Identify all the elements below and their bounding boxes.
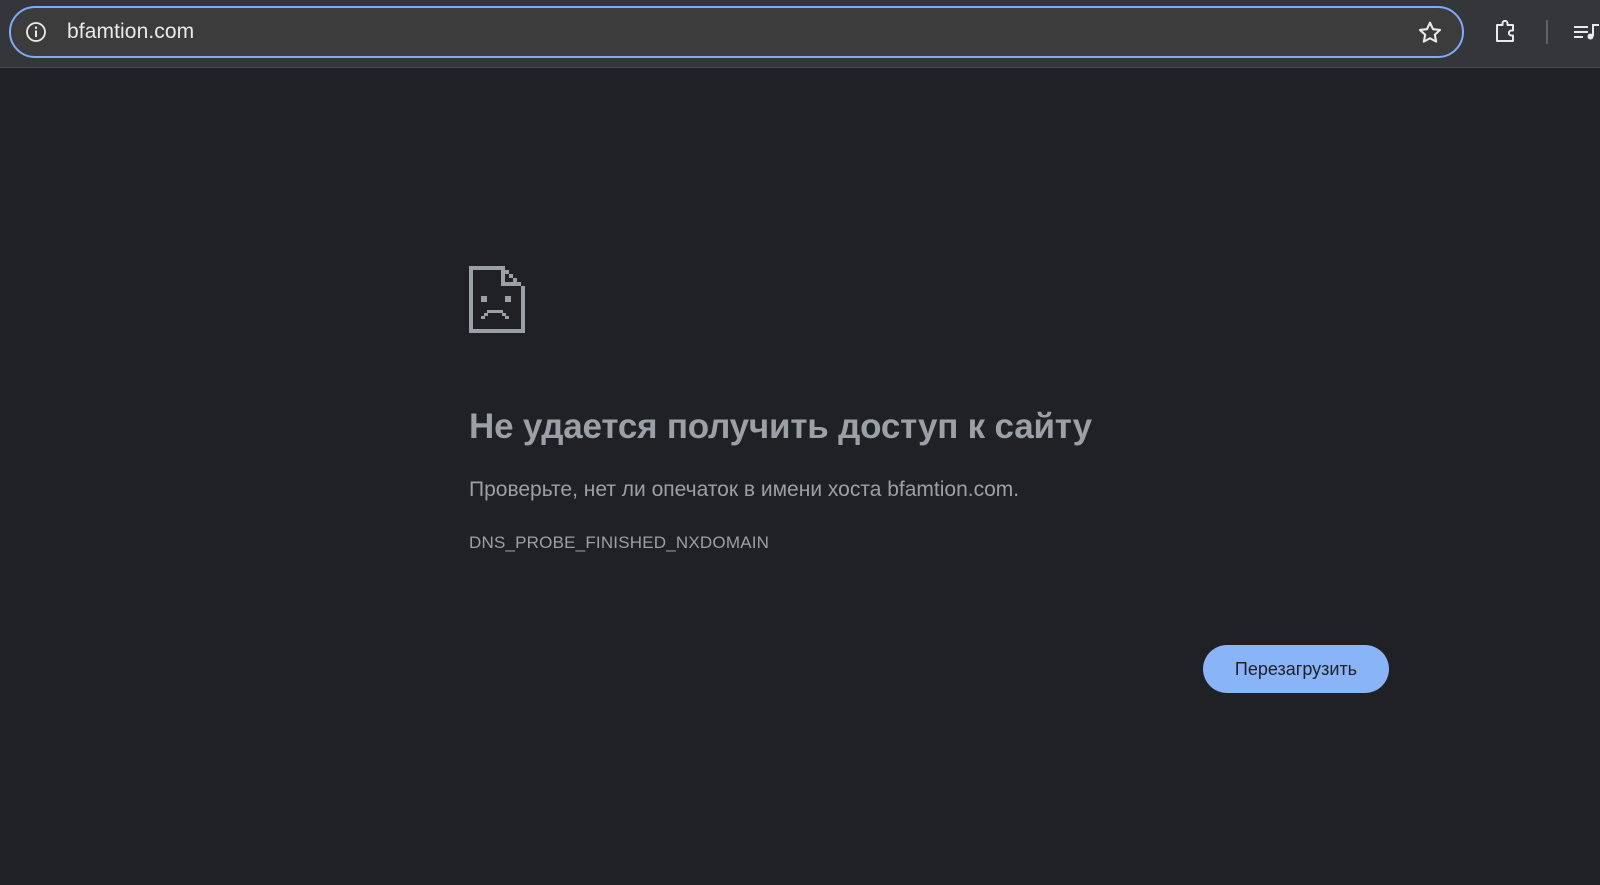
error-description: Проверьте, нет ли опечаток в имени хоста… (469, 478, 1020, 501)
sad-page-icon (469, 266, 525, 333)
reload-button[interactable]: Перезагрузить (1203, 645, 1389, 693)
error-content: Не удается получить доступ к сайту Прове… (469, 266, 1389, 555)
browser-toolbar: bfamtion.com (0, 0, 1600, 68)
info-circle-icon[interactable] (25, 21, 47, 43)
puzzle-piece-icon[interactable] (1490, 16, 1522, 48)
url-text[interactable]: bfamtion.com (67, 8, 194, 56)
toolbar-divider (1546, 20, 1548, 44)
error-title: Не удается получить доступ к сайту (469, 407, 1092, 446)
address-bar[interactable]: bfamtion.com (9, 6, 1464, 58)
media-queue-icon[interactable] (1572, 16, 1600, 48)
star-outline-icon[interactable] (1416, 19, 1444, 47)
error-code: DNS_PROBE_FINISHED_NXDOMAIN (469, 533, 770, 552)
